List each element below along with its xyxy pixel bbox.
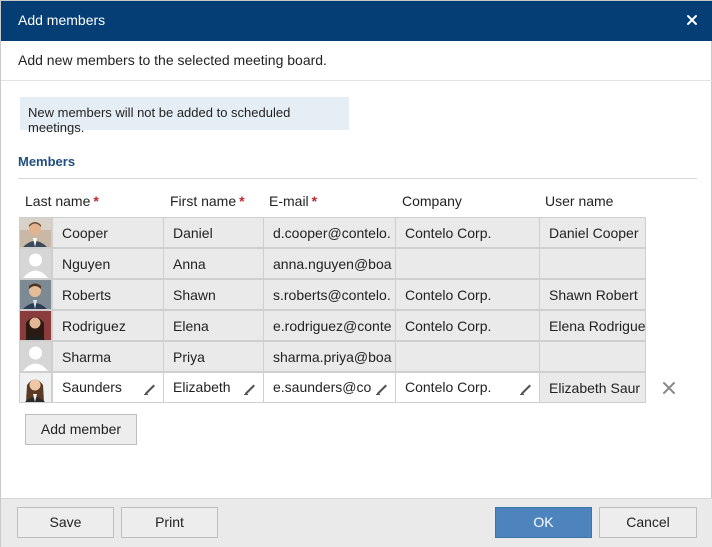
required-marker: * [93, 193, 99, 209]
column-header-email: E-mail * [269, 193, 317, 209]
dialog-titlebar: Add members [1, 1, 712, 41]
print-button[interactable]: Print [121, 507, 218, 538]
last-name-field[interactable]: Saunders [52, 372, 164, 403]
email-cell[interactable]: s.roberts@contelo. [263, 279, 396, 310]
members-table: Cooper Daniel d.cooper@contelo. Contelo … [19, 217, 646, 403]
column-header-label: Company [402, 193, 462, 209]
column-header-label: User name [545, 193, 614, 209]
company-cell[interactable] [395, 341, 540, 372]
company-field[interactable]: Contelo Corp. [395, 372, 540, 403]
user-name-cell[interactable]: Elizabeth Saur [539, 372, 646, 403]
column-header-last-name: Last name * [25, 193, 99, 209]
last-name-cell[interactable]: Sharma [52, 341, 164, 372]
pencil-icon[interactable] [519, 381, 533, 395]
last-name-cell[interactable]: Cooper [52, 217, 164, 248]
column-header-label: E-mail [269, 193, 309, 209]
column-header-user-name: User name [545, 193, 616, 209]
add-members-dialog: Add members Add new members to the selec… [0, 0, 712, 547]
first-name-cell[interactable]: Elena [163, 310, 264, 341]
user-name-cell[interactable]: Elena Rodrigue [539, 310, 646, 341]
avatar [19, 310, 52, 341]
table-row[interactable]: Rodriguez Elena e.rodriguez@conte Contel… [19, 310, 646, 341]
avatar-placeholder [19, 341, 52, 372]
table-row[interactable]: Sharma Priya sharma.priya@boa [19, 341, 646, 372]
divider [1, 80, 712, 81]
column-header-first-name: First name * [170, 193, 245, 209]
section-divider [18, 178, 697, 179]
company-cell[interactable]: Contelo Corp. [395, 279, 540, 310]
dialog-description: Add new members to the selected meeting … [18, 52, 327, 68]
column-header-label: Last name [25, 193, 91, 209]
dialog-title: Add members [18, 12, 106, 28]
first-name-field[interactable]: Elizabeth [163, 372, 264, 403]
email-cell[interactable]: anna.nguyen@boa [263, 248, 396, 279]
members-section-title: Members [18, 154, 76, 169]
first-name-cell[interactable]: Shawn [163, 279, 264, 310]
cancel-button[interactable]: Cancel [599, 507, 697, 538]
ok-button[interactable]: OK [495, 507, 592, 538]
email-field[interactable]: e.saunders@co [263, 372, 396, 403]
first-name-value: Elizabeth [173, 379, 231, 395]
table-row[interactable]: Cooper Daniel d.cooper@contelo. Contelo … [19, 217, 646, 248]
pencil-icon[interactable] [243, 381, 257, 395]
company-value: Contelo Corp. [405, 379, 492, 395]
user-name-cell[interactable] [539, 248, 646, 279]
user-name-cell[interactable]: Shawn Robert [539, 279, 646, 310]
pencil-icon[interactable] [143, 381, 157, 395]
column-header-company: Company [402, 193, 465, 209]
required-marker: * [239, 193, 245, 209]
first-name-cell[interactable]: Daniel [163, 217, 264, 248]
last-name-cell[interactable]: Nguyen [52, 248, 164, 279]
company-cell[interactable]: Contelo Corp. [395, 310, 540, 341]
save-button[interactable]: Save [17, 507, 114, 538]
info-banner: New members will not be added to schedul… [20, 97, 349, 135]
table-row[interactable]: Roberts Shawn s.roberts@contelo. Contelo… [19, 279, 646, 310]
first-name-cell[interactable]: Anna [163, 248, 264, 279]
user-name-cell[interactable] [539, 341, 646, 372]
add-member-button[interactable]: Add member [25, 414, 137, 445]
table-row[interactable]: Nguyen Anna anna.nguyen@boa [19, 248, 646, 279]
avatar-placeholder [19, 248, 52, 279]
avatar [19, 217, 52, 248]
table-row-editing[interactable]: Saunders Elizabeth e.saunders@co Contelo… [19, 372, 646, 403]
required-marker: * [311, 193, 318, 209]
remove-icon[interactable] [661, 380, 677, 396]
pencil-icon[interactable] [375, 381, 389, 395]
last-name-cell[interactable]: Rodriguez [52, 310, 164, 341]
company-cell[interactable] [395, 248, 540, 279]
email-cell[interactable]: d.cooper@contelo. [263, 217, 396, 248]
email-cell[interactable]: e.rodriguez@conte [263, 310, 396, 341]
company-cell[interactable]: Contelo Corp. [395, 217, 540, 248]
dialog-footer: Save Print OK Cancel [1, 498, 712, 547]
user-name-cell[interactable]: Daniel Cooper [539, 217, 646, 248]
close-icon[interactable] [681, 9, 703, 31]
first-name-cell[interactable]: Priya [163, 341, 264, 372]
avatar [19, 372, 52, 403]
last-name-value: Saunders [62, 379, 122, 395]
avatar [19, 279, 52, 310]
email-cell[interactable]: sharma.priya@boa [263, 341, 396, 372]
last-name-cell[interactable]: Roberts [52, 279, 164, 310]
email-value: e.saunders@co [273, 379, 371, 395]
column-header-label: First name [170, 193, 237, 209]
